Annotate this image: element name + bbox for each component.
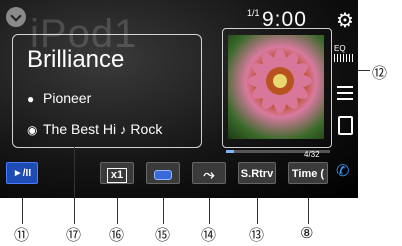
- leader-line-13: [257, 198, 258, 224]
- leader-line-17: [74, 146, 75, 224]
- song-info-panel[interactable]: Brilliance ● Pioneer ◉ The Best Hi ♪ Rock: [12, 34, 202, 148]
- leader-line-15: [163, 198, 164, 224]
- callout-16: ⑯: [109, 226, 125, 244]
- audio-screen: iPod1 1/1 9:00 Brilliance ● Pioneer ◉ The …: [0, 0, 358, 198]
- callout-15: ⑮: [155, 226, 171, 244]
- eq-bars-icon: [334, 54, 354, 62]
- leader-line-16: [117, 198, 118, 224]
- album-artwork-frame[interactable]: [222, 28, 332, 148]
- list-icon[interactable]: [337, 86, 353, 100]
- artist-row: ● Pioneer: [27, 90, 91, 106]
- play-pause-button[interactable]: ►/II: [6, 162, 38, 184]
- song-title: Brilliance: [27, 46, 125, 73]
- callout-17: ⑰: [66, 226, 82, 244]
- album-name: The Best Hi: [43, 121, 117, 137]
- genre-name: Rock: [130, 121, 163, 137]
- album-artwork: [228, 35, 324, 139]
- track-count: 4/32: [304, 150, 320, 159]
- track-number: 1/1: [247, 8, 260, 18]
- callout-12: ⑫: [372, 64, 388, 82]
- phone-icon[interactable]: ✆: [336, 161, 358, 183]
- callout-row: ⑪ ⑰ ⑯ ⑮ ⑭ ⑬ ⑧: [0, 224, 402, 246]
- disc-icon: ◉: [27, 123, 38, 137]
- leader-line-11: [22, 198, 23, 224]
- progress-fill: [226, 150, 235, 153]
- repeat-button[interactable]: [146, 162, 180, 184]
- leader-line-12: [358, 70, 370, 71]
- artist-name: Pioneer: [43, 90, 92, 106]
- playback-speed-button[interactable]: x1: [100, 162, 134, 184]
- callout-13: ⑬: [249, 226, 265, 244]
- leader-line-14: [209, 198, 210, 224]
- time-display-button[interactable]: Time (: [288, 162, 328, 184]
- callout-14: ⑭: [201, 226, 217, 244]
- speed-label: x1: [106, 168, 128, 183]
- sound-retriever-button[interactable]: S.Rtrv: [238, 162, 276, 184]
- callout-8: ⑧: [300, 224, 314, 242]
- eq-label[interactable]: EQ: [334, 44, 346, 53]
- gear-icon[interactable]: ⚙: [336, 8, 354, 33]
- shuffle-button[interactable]: ⤳: [192, 162, 226, 184]
- repeat-icon: [154, 169, 172, 180]
- callout-11: ⑪: [14, 226, 30, 244]
- back-arrow-icon[interactable]: [6, 7, 26, 27]
- flower-image: [248, 49, 312, 113]
- album-row: ◉ The Best Hi ♪ Rock: [27, 121, 162, 137]
- leader-line-8: [308, 198, 309, 224]
- guitar-icon: ♪: [120, 122, 127, 137]
- device-icon[interactable]: [338, 116, 353, 135]
- person-icon: ●: [27, 92, 35, 106]
